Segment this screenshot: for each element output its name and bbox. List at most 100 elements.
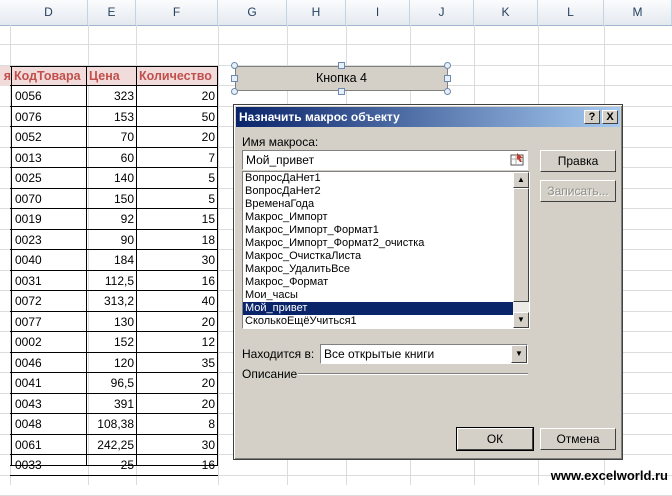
table-cell[interactable]: 153 — [87, 107, 136, 127]
table-cell[interactable]: 70 — [87, 127, 136, 147]
edit-button[interactable]: Правка — [540, 150, 616, 172]
table-header-cell[interactable]: КодТовара — [12, 66, 86, 86]
table-cell[interactable]: 35 — [137, 353, 217, 373]
table-cell[interactable]: 16 — [137, 271, 217, 291]
column-header[interactable]: G — [218, 0, 287, 25]
macro-list-item[interactable]: СколькоЕщёУчиться1 — [243, 315, 529, 328]
table-cell[interactable]: 184 — [87, 250, 136, 270]
table-cell[interactable]: 0013 — [12, 148, 86, 168]
table-cell[interactable]: 0061 — [12, 435, 86, 455]
table-cell[interactable]: 323 — [87, 86, 136, 106]
table-cell[interactable]: 152 — [87, 332, 136, 352]
table-cell[interactable]: 8 — [137, 414, 217, 434]
resize-handle[interactable] — [231, 75, 238, 82]
table-cell[interactable]: 12 — [137, 332, 217, 352]
table-cell[interactable]: 242,25 — [87, 435, 136, 455]
table-cell[interactable]: 0041 — [12, 373, 86, 393]
table-cell[interactable]: 0023 — [12, 230, 86, 250]
resize-handle[interactable] — [231, 62, 238, 69]
table-cell[interactable]: 92 — [87, 209, 136, 229]
list-scrollbar[interactable]: ▲ ▼ — [513, 172, 529, 328]
macro-list-item[interactable]: ВопросДаНет2 — [243, 185, 529, 198]
table-cell[interactable]: 15 — [137, 209, 217, 229]
table-cell[interactable]: 40 — [137, 291, 217, 311]
table-cell[interactable]: 0072 — [12, 291, 86, 311]
macro-list-item[interactable]: Макрос_Импорт_Формат2_очистка — [243, 237, 529, 250]
table-cell[interactable]: 0002 — [12, 332, 86, 352]
resize-handle[interactable] — [444, 75, 451, 82]
column-header[interactable]: I — [346, 0, 410, 25]
table-cell[interactable]: 25 — [87, 455, 136, 475]
table-cell[interactable]: 0056 — [12, 86, 86, 106]
macro-list-item[interactable]: Макрос_Импорт_Формат1 — [243, 224, 529, 237]
table-cell[interactable]: 108,38 — [87, 414, 136, 434]
table-cell[interactable]: 20 — [137, 127, 217, 147]
scroll-down-icon[interactable]: ▼ — [513, 312, 529, 328]
table-cell[interactable]: 0046 — [12, 353, 86, 373]
table-cell[interactable]: 140 — [87, 168, 136, 188]
table-cell[interactable]: 60 — [87, 148, 136, 168]
table-cell[interactable]: 112,5 — [87, 271, 136, 291]
column-header[interactable]: D — [10, 0, 88, 25]
record-button[interactable]: Записать... — [540, 180, 616, 202]
column-header[interactable]: H — [287, 0, 346, 25]
table-cell[interactable]: 30 — [137, 250, 217, 270]
table-header-cell[interactable]: я — [0, 66, 11, 86]
resize-handle[interactable] — [231, 88, 238, 95]
resize-handle[interactable] — [338, 62, 345, 69]
table-cell[interactable]: 0040 — [12, 250, 86, 270]
resize-handle[interactable] — [338, 88, 345, 95]
resize-handle[interactable] — [444, 62, 451, 69]
cancel-button[interactable]: Отмена — [540, 428, 616, 450]
table-cell[interactable]: 20 — [137, 394, 217, 414]
table-cell[interactable]: 20 — [137, 86, 217, 106]
table-cell[interactable]: 391 — [87, 394, 136, 414]
table-cell[interactable]: 7 — [137, 148, 217, 168]
table-cell[interactable]: 0031 — [12, 271, 86, 291]
macro-list-item[interactable]: Мой_привет — [243, 302, 529, 315]
location-select[interactable]: Все открытые книги ▼ — [320, 344, 528, 364]
macro-name-input[interactable]: Мой_привет — [242, 150, 528, 170]
close-button[interactable]: X — [602, 110, 618, 124]
macro-list-item[interactable]: Макрос_Формат — [243, 276, 529, 289]
column-header[interactable]: F — [136, 0, 218, 25]
table-cell[interactable]: 96,5 — [87, 373, 136, 393]
scroll-thumb[interactable] — [513, 188, 529, 302]
scroll-up-icon[interactable]: ▲ — [513, 172, 529, 188]
table-cell[interactable]: 20 — [137, 312, 217, 332]
table-cell[interactable]: 50 — [137, 107, 217, 127]
table-cell[interactable]: 5 — [137, 189, 217, 209]
table-cell[interactable]: 120 — [87, 353, 136, 373]
help-button[interactable]: ? — [584, 110, 600, 124]
table-cell[interactable]: 0076 — [12, 107, 86, 127]
table-cell[interactable]: 0043 — [12, 394, 86, 414]
table-cell[interactable]: 90 — [87, 230, 136, 250]
table-cell[interactable]: 5 — [137, 168, 217, 188]
table-cell[interactable]: 0077 — [12, 312, 86, 332]
column-header[interactable]: J — [410, 0, 474, 25]
table-cell[interactable]: 30 — [137, 435, 217, 455]
table-cell[interactable]: 130 — [87, 312, 136, 332]
chevron-down-icon[interactable]: ▼ — [511, 345, 527, 363]
table-cell[interactable]: 313,2 — [87, 291, 136, 311]
ok-button[interactable]: ОК — [456, 427, 534, 451]
table-cell[interactable]: 20 — [137, 373, 217, 393]
resize-handle[interactable] — [444, 88, 451, 95]
macro-list-item[interactable]: Мои_часы — [243, 289, 529, 302]
table-cell[interactable]: 18 — [137, 230, 217, 250]
column-header[interactable]: E — [88, 0, 136, 25]
column-header[interactable]: M — [604, 0, 672, 25]
table-cell[interactable]: 0019 — [12, 209, 86, 229]
macro-list-item[interactable]: ВопросДаНет1 — [243, 172, 529, 185]
table-header-cell[interactable]: Цена — [87, 66, 136, 86]
table-header-cell[interactable]: Количество — [137, 66, 217, 86]
table-cell[interactable]: 0033 — [12, 455, 86, 475]
column-header[interactable]: L — [538, 0, 604, 25]
macro-list-item[interactable]: Макрос_ОчисткаЛиста — [243, 250, 529, 263]
table-cell[interactable]: 0025 — [12, 168, 86, 188]
table-cell[interactable]: 150 — [87, 189, 136, 209]
ref-edit-icon[interactable] — [510, 152, 525, 167]
column-header[interactable]: K — [474, 0, 538, 25]
table-cell[interactable]: 0048 — [12, 414, 86, 434]
macro-list[interactable]: ВопросДаНет1 ВопросДаНет2 ВременаГода Макро… — [242, 171, 530, 329]
